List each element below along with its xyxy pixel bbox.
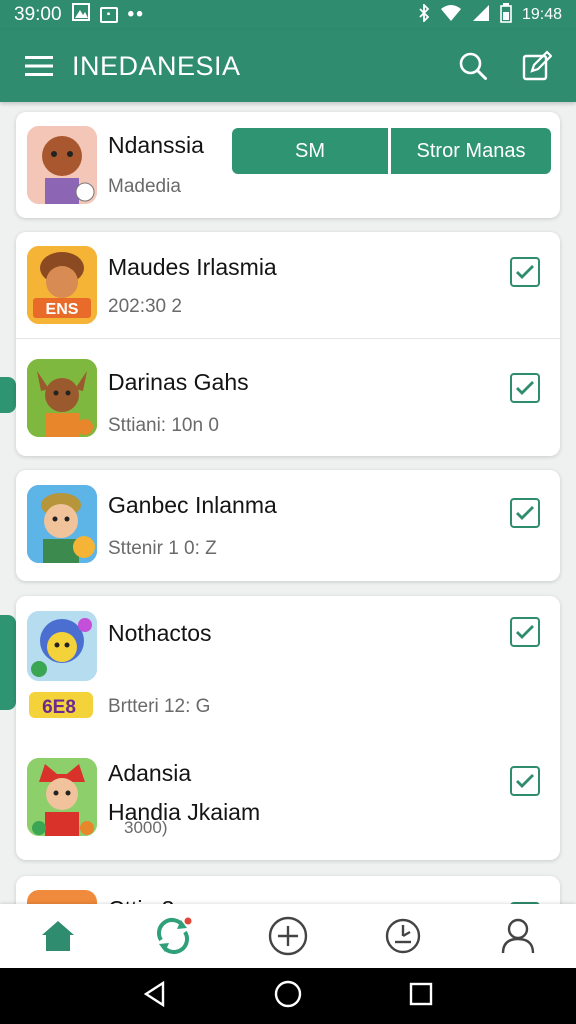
item-subtitle-secondary: 3000) xyxy=(124,818,168,837)
item-avatar: ENS xyxy=(27,246,97,324)
item-subtitle: Sttenir 1 0: Z xyxy=(108,538,217,559)
status-right-time: 19:48 xyxy=(521,6,562,23)
app-title: INEDANESIA xyxy=(72,50,241,81)
item-badge: 6E8 xyxy=(42,697,76,718)
item-checkbox[interactable] xyxy=(510,766,540,796)
wifi-icon xyxy=(440,4,462,27)
header-card: Ndanssia Madedia SM Stror Manas xyxy=(16,112,560,218)
segment-stror-manas-button[interactable]: Stror Manas xyxy=(391,128,551,174)
system-navigation-bar xyxy=(0,968,576,1024)
list-item[interactable]: Adansia Handia Jkaiam 3000) xyxy=(16,736,560,860)
left-edge-handle[interactable] xyxy=(0,377,16,413)
item-checkbox[interactable] xyxy=(510,257,540,287)
item-avatar xyxy=(27,359,97,437)
list-item[interactable]: Ganbec Inlanma Sttenir 1 0: Z xyxy=(16,470,560,581)
history-icon[interactable] xyxy=(375,908,431,964)
left-edge-handle-2[interactable] xyxy=(0,615,16,710)
list-card: ENS Maudes Irlasmia 202:30 2 Darinas Gah… xyxy=(16,232,560,456)
item-title: Ganbec Inlanma xyxy=(108,492,277,518)
header-subtitle: Madedia xyxy=(108,176,181,197)
status-bar: 39:00 ▪ •• 19:48 xyxy=(0,0,576,30)
recents-icon[interactable] xyxy=(409,982,433,1011)
home-circle-icon[interactable] xyxy=(274,980,302,1013)
image-notification-icon xyxy=(71,3,90,27)
message-notification-icon: ▪ xyxy=(99,7,118,23)
app-bar: INEDANESIA xyxy=(0,30,576,102)
list-item[interactable]: Darinas Gahs Sttiani: 10n 0 xyxy=(16,339,560,456)
item-avatar xyxy=(27,611,97,681)
item-subtitle: Sttiani: 10n 0 xyxy=(108,415,219,436)
item-title: Adansia xyxy=(108,760,192,786)
item-checkbox[interactable] xyxy=(510,617,540,647)
list-item[interactable]: ENS Maudes Irlasmia 202:30 2 xyxy=(16,232,560,338)
bluetooth-icon xyxy=(418,2,430,27)
list-item[interactable]: 6E8 Nothactos Brtteri 12: G xyxy=(16,596,560,726)
list-card: Ganbec Inlanma Sttenir 1 0: Z xyxy=(16,470,560,581)
battery-icon xyxy=(500,2,512,28)
item-checkbox[interactable] xyxy=(510,373,540,403)
app-avatar xyxy=(27,126,97,204)
home-icon[interactable] xyxy=(30,908,86,964)
header-title: Ndanssia xyxy=(108,132,204,158)
status-time: 39:00 xyxy=(14,4,62,25)
sync-icon[interactable] xyxy=(145,908,201,964)
item-avatar xyxy=(27,485,97,563)
item-checkbox[interactable] xyxy=(510,498,540,528)
edit-icon[interactable] xyxy=(520,49,554,83)
profile-icon[interactable] xyxy=(490,908,546,964)
back-icon[interactable] xyxy=(143,980,167,1012)
signal-icon xyxy=(472,4,490,27)
search-icon[interactable] xyxy=(456,49,490,83)
badge-icon: 6E8 xyxy=(27,688,97,722)
add-icon[interactable] xyxy=(260,908,316,964)
bottom-navigation xyxy=(0,904,576,968)
item-subtitle: 202:30 2 xyxy=(108,296,182,317)
list-card: 6E8 Nothactos Brtteri 12: G Adansia Hand… xyxy=(16,596,560,860)
item-avatar xyxy=(27,758,97,836)
more-notifications-icon: •• xyxy=(127,4,145,25)
item-title: Nothactos xyxy=(108,620,212,646)
item-subtitle: Brtteri 12: G xyxy=(108,696,211,717)
segment-sm-button[interactable]: SM xyxy=(232,128,388,174)
item-badge: ENS xyxy=(46,301,79,318)
item-title: Maudes Irlasmia xyxy=(108,254,277,280)
hamburger-icon[interactable] xyxy=(22,49,56,83)
item-title: Darinas Gahs xyxy=(108,369,249,395)
